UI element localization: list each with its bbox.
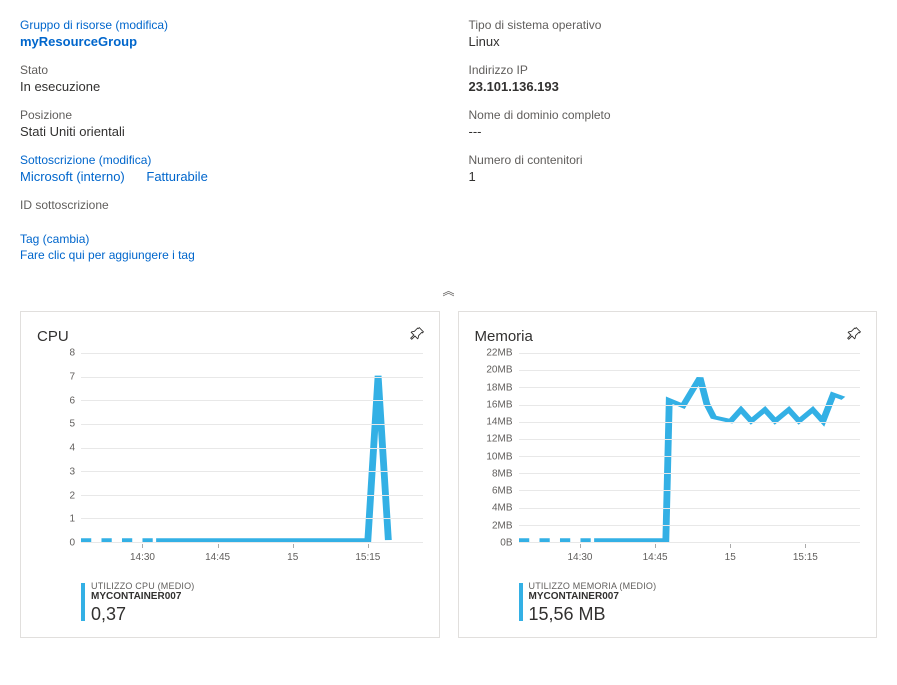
tags-label[interactable]: Tag (cambia) xyxy=(20,232,429,246)
subscription-link[interactable]: Microsoft (interno) xyxy=(20,169,125,184)
y-tick-label: 1 xyxy=(69,514,75,525)
os-type-value: Linux xyxy=(469,34,878,49)
cpu-metric-label: UTILIZZO CPU (MEDIO) xyxy=(91,581,195,591)
x-tick-label: 14:45 xyxy=(205,552,230,563)
y-tick-label: 4MB xyxy=(492,503,513,514)
memory-chart[interactable]: 0B2MB4MB6MB8MB10MB12MB14MB16MB18MB20MB22… xyxy=(475,353,861,573)
container-count-label: Numero di contenitori xyxy=(469,153,878,167)
resource-group-label[interactable]: Gruppo di risorse (modifica) xyxy=(20,18,429,32)
y-tick-label: 22MB xyxy=(486,348,512,359)
y-tick-label: 4 xyxy=(69,443,75,454)
ip-label: Indirizzo IP xyxy=(469,63,878,77)
y-tick-label: 8MB xyxy=(492,468,513,479)
memory-chart-card: Memoria 0B 2MB 4MB 6MB 8MB 10MB 12MB 14MB 16MB 18… xyxy=(458,311,878,638)
y-tick-label: 16MB xyxy=(486,399,512,410)
memory-metric-label: UTILIZZO MEMORIA (MEDIO) xyxy=(529,581,657,591)
fqdn-value: --- xyxy=(469,124,878,139)
status-value: In esecuzione xyxy=(20,79,429,94)
y-tick-label: 6MB xyxy=(492,486,513,497)
pin-icon[interactable] xyxy=(844,326,862,344)
y-tick-label: 2MB xyxy=(492,520,513,531)
subscription-id-label: ID sottoscrizione xyxy=(20,198,429,212)
x-tick-label: 14:30 xyxy=(130,552,155,563)
subscription-label[interactable]: Sottoscrizione (modifica) xyxy=(20,153,429,167)
y-tick-label: 0B xyxy=(500,538,512,549)
cpu-metric-name: MYCONTAINER007 xyxy=(91,591,195,602)
y-tick-label: 18MB xyxy=(486,382,512,393)
metric-color-bar xyxy=(519,583,523,621)
y-tick-label: 2 xyxy=(69,490,75,501)
y-tick-label: 20MB xyxy=(486,365,512,376)
x-tick-label: 15 xyxy=(287,552,298,563)
y-tick-label: 10MB xyxy=(486,451,512,462)
x-tick-label: 15 xyxy=(725,552,736,563)
memory-card-title: Memoria xyxy=(475,328,861,345)
tags-add-link[interactable]: Fare clic qui per aggiungere i tag xyxy=(20,248,429,262)
x-tick-label: 15:15 xyxy=(793,552,818,563)
resource-group-link[interactable]: myResourceGroup xyxy=(20,34,429,49)
y-tick-label: 5 xyxy=(69,419,75,430)
cpu-chart[interactable]: 012345678 14:3014:451515:15 xyxy=(37,353,423,573)
y-tick-label: 12MB xyxy=(486,434,512,445)
y-tick-label: 8 xyxy=(69,348,75,359)
y-tick-label: 6 xyxy=(69,395,75,406)
cpu-chart-card: CPU 0 1 2 3 4 5 6 7 8 14:30 14:45 15 15:15 UTILIZZO… xyxy=(20,311,440,638)
chevron-up-double-icon: ︽ xyxy=(442,284,454,298)
x-tick-label: 14:30 xyxy=(567,552,592,563)
memory-metric-value: 15,56 MB xyxy=(529,604,657,625)
pin-icon[interactable] xyxy=(407,326,425,344)
location-label: Posizione xyxy=(20,108,429,122)
y-tick-label: 7 xyxy=(69,371,75,382)
container-count-value: 1 xyxy=(469,169,878,184)
status-label: Stato xyxy=(20,63,429,77)
location-value: Stati Uniti orientali xyxy=(20,124,429,139)
cpu-metric-value: 0,37 xyxy=(91,604,195,625)
y-tick-label: 0 xyxy=(69,538,75,549)
os-type-label: Tipo di sistema operativo xyxy=(469,18,878,32)
ip-value: 23.101.136.193 xyxy=(469,79,878,94)
y-tick-label: 3 xyxy=(69,466,75,477)
memory-metric-name: MYCONTAINER007 xyxy=(529,591,657,602)
fqdn-label: Nome di dominio completo xyxy=(469,108,878,122)
cpu-card-title: CPU xyxy=(37,328,423,345)
metric-color-bar xyxy=(81,583,85,621)
billable-link[interactable]: Fatturabile xyxy=(146,169,207,184)
collapse-toggle[interactable]: ︽ xyxy=(20,282,877,299)
y-tick-label: 14MB xyxy=(486,417,512,428)
x-tick-label: 14:45 xyxy=(643,552,668,563)
x-tick-label: 15:15 xyxy=(355,552,380,563)
